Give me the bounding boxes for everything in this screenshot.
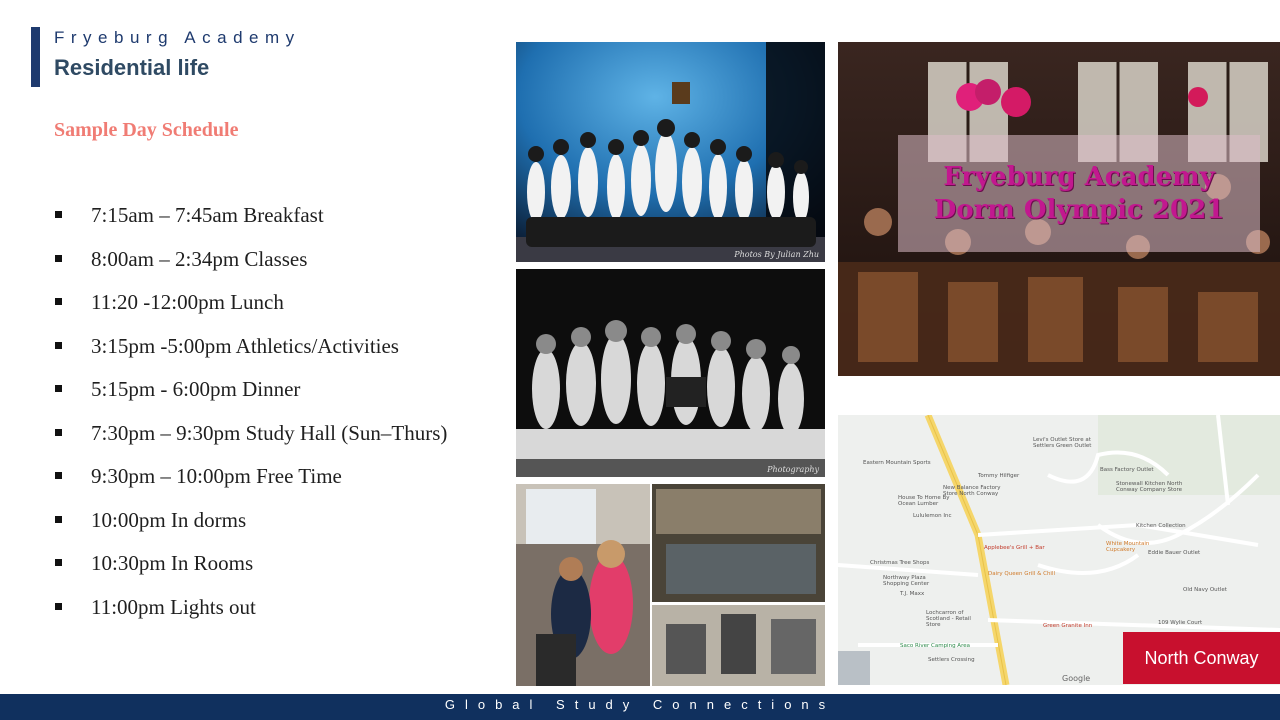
stage-photo-caption: Photos By Julian Zhu xyxy=(734,250,819,259)
dorm-banner-line1: Fryeburg Academy xyxy=(943,161,1215,192)
schedule-item-text: 7:15am – 7:45am Breakfast xyxy=(91,203,324,227)
schedule-item-text: 7:30pm – 9:30pm Study Hall (Sun–Thurs) xyxy=(91,420,448,445)
schedule-item-text: 9:30pm – 10:00pm Free Time xyxy=(91,464,342,488)
schedule-item: 11:00pm Lights out xyxy=(55,588,485,626)
title-accent-bar xyxy=(31,27,40,87)
schedule-item-text: 5:15pm - 6:00pm Dinner xyxy=(91,377,301,401)
schedule-item-text: 8:00am – 2:34pm Classes xyxy=(91,246,308,271)
location-badge: North Conway xyxy=(1123,632,1280,684)
page-title: Residential life xyxy=(54,55,210,80)
schedule-item: 11:20 -12:00pm Lunch xyxy=(55,283,485,321)
schedule-item-text: 10:30pm In Rooms xyxy=(91,551,254,575)
schedule-item: 5:15pm - 6:00pm Dinner xyxy=(55,370,485,408)
schedule-item-text: 3:15pm -5:00pm Athletics/Activities xyxy=(91,333,399,358)
bullet-icon xyxy=(55,428,62,436)
map-label: Tommy Hilfiger xyxy=(978,473,1020,479)
map-label: Eddie Bauer Outlet xyxy=(1148,550,1201,556)
schedule-item: 7:15am – 7:45am Breakfast xyxy=(55,196,485,234)
map-label: Saco River Camping Area xyxy=(900,643,970,649)
bullet-icon xyxy=(55,341,62,349)
bw-group-photo: Photography xyxy=(516,269,825,477)
bw-photo-caption: Photography xyxy=(767,465,819,474)
map-label: T.J. Maxx xyxy=(900,591,925,597)
map-label: Settlers Crossing xyxy=(928,657,975,663)
map-label: Stonewall Kitchen North Conway Company S… xyxy=(1116,481,1183,493)
schedule-item-text: 11:20 -12:00pm Lunch xyxy=(91,290,284,314)
map-label: 109 Wylie Court xyxy=(1158,620,1203,626)
map-label: Old Navy Outlet xyxy=(1183,587,1227,593)
map-label: Applebee's Grill + Bar xyxy=(984,545,1045,551)
schedule-item: 3:15pm -5:00pm Athletics/Activities xyxy=(55,327,485,365)
schedule-item: 10:30pm In Rooms xyxy=(55,544,485,582)
bullet-icon xyxy=(55,515,62,523)
schedule-item: 9:30pm – 10:00pm Free Time xyxy=(55,457,485,495)
bullet-icon xyxy=(55,298,62,305)
bullet-icon xyxy=(55,602,62,610)
schedule-item: 7:30pm – 9:30pm Study Hall (Sun–Thurs) xyxy=(55,414,485,452)
map-label: Dairy Queen Grill & Chill xyxy=(988,571,1056,577)
dorm-olympic-banner: Fryeburg Academy Dorm Olympic 2021 xyxy=(898,135,1260,252)
map-label: Northway Plaza Shopping Center xyxy=(883,575,930,587)
map-label: Christmas Tree Shops xyxy=(870,560,930,566)
schedule-item: 10:00pm In dorms xyxy=(55,501,485,539)
bullet-icon xyxy=(55,211,62,218)
stage-group-photo: Photos By Julian Zhu xyxy=(516,42,825,262)
section-subtitle: Sample Day Schedule xyxy=(54,119,239,141)
footer-bar: Global Study Connections xyxy=(0,694,1280,720)
map-label: Lochcarron of Scotland - Retail Store xyxy=(926,610,971,628)
map-label: Lululemon Inc xyxy=(913,513,952,519)
gym-collage-photo xyxy=(516,484,825,686)
map-label: Bass Factory Outlet xyxy=(1100,467,1154,473)
map-label: Eastern Mountain Sports xyxy=(863,460,931,466)
map-label: Green Granite Inn xyxy=(1043,623,1093,629)
bullet-icon xyxy=(55,472,62,479)
schedule-list: 7:15am – 7:45am Breakfast 8:00am – 2:34p… xyxy=(55,196,485,631)
schedule-item-text: 11:00pm Lights out xyxy=(91,594,256,619)
footer-text: Global Study Connections xyxy=(444,697,836,712)
school-name: Fryeburg Academy xyxy=(54,28,301,47)
dorm-banner-line2: Dorm Olympic 2021 xyxy=(933,194,1225,225)
schedule-item-text: 10:00pm In dorms xyxy=(91,507,247,532)
google-logo: Google xyxy=(1062,674,1091,683)
bullet-icon xyxy=(55,559,62,566)
map-label: House To Home By Ocean Lumber xyxy=(898,495,950,507)
map-label: Kitchen Collection xyxy=(1136,523,1186,529)
schedule-item: 8:00am – 2:34pm Classes xyxy=(55,240,485,278)
bullet-icon xyxy=(55,385,62,392)
bullet-icon xyxy=(55,254,62,262)
map-label: Levi's Outlet Store at Settlers Green Ou… xyxy=(1033,437,1092,449)
